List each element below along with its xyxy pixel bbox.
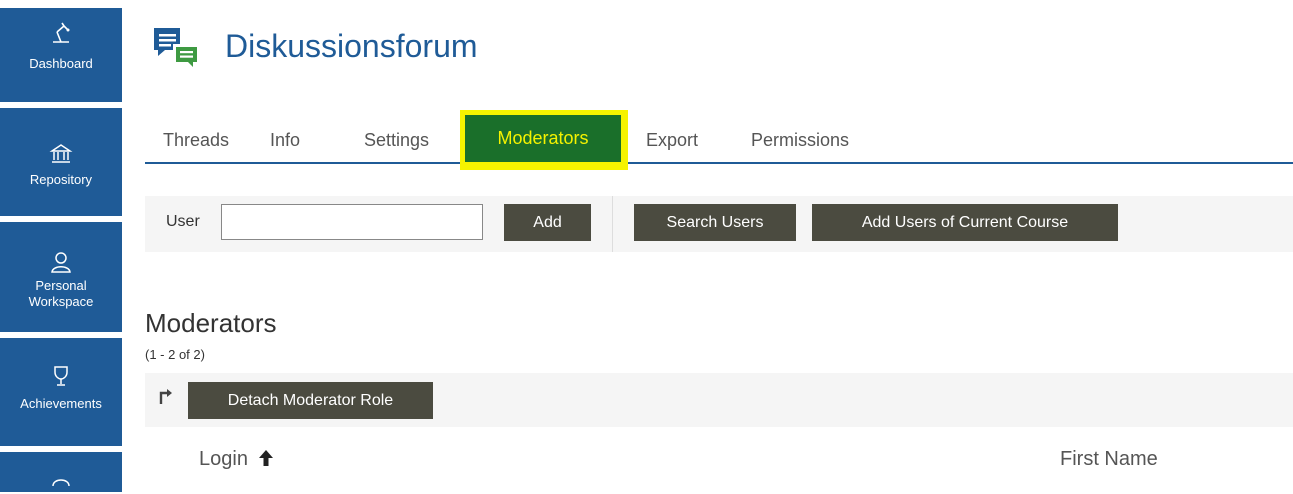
sidebar-item-label: Achievements <box>20 396 102 411</box>
dashboard-icon <box>53 22 70 43</box>
communication-icon <box>52 479 70 487</box>
add-course-users-button[interactable]: Add Users of Current Course <box>812 204 1118 241</box>
multi-action-arrow-icon <box>159 389 172 404</box>
add-button[interactable]: Add <box>504 204 591 241</box>
sort-ascending-icon <box>258 450 273 466</box>
achievements-icon <box>54 366 68 386</box>
sidebar-item-communication[interactable] <box>0 452 122 492</box>
detach-moderator-button[interactable]: Detach Moderator Role <box>188 382 433 419</box>
table-header: Login First Name <box>145 430 1293 484</box>
section-title: Moderators <box>145 308 277 338</box>
column-label: Login <box>199 448 248 470</box>
repository-icon <box>49 144 73 163</box>
sidebar-item-repository[interactable]: Repository <box>0 108 122 216</box>
sidebar-item-label: Dashboard <box>29 56 93 71</box>
toolbar-divider <box>612 196 613 252</box>
column-header-login[interactable]: Login <box>199 446 274 472</box>
tab-bar: Threads Info Settings Moderators Export … <box>145 110 1293 170</box>
column-header-first-name[interactable]: First Name <box>1060 446 1158 472</box>
sidebar-item-dashboard[interactable]: Dashboard <box>0 8 122 102</box>
tab-info[interactable]: Info <box>270 128 300 152</box>
result-count: (1 - 2 of 2) <box>145 347 205 362</box>
page-title: Diskussionsforum <box>225 28 478 64</box>
tab-export[interactable]: Export <box>646 128 698 152</box>
tab-permissions[interactable]: Permissions <box>751 128 849 152</box>
user-label: User <box>166 213 200 230</box>
sidebar-item-personal-workspace[interactable]: Personal Workspace <box>0 222 122 332</box>
user-input[interactable] <box>221 204 483 240</box>
sidebar-item-label: Personal Workspace <box>28 278 94 309</box>
personal-workspace-icon <box>51 252 71 273</box>
sidebar-item-achievements[interactable]: Achievements <box>0 338 122 446</box>
tab-settings[interactable]: Settings <box>364 128 429 152</box>
main-sidebar: Dashboard Repository Personal Workspace … <box>0 0 122 492</box>
tab-moderators[interactable]: Moderators <box>465 115 621 162</box>
search-users-button[interactable]: Search Users <box>634 204 796 241</box>
forum-icon <box>154 28 199 70</box>
sidebar-item-label: Repository <box>29 172 93 187</box>
moderator-toolbar: User Add Search Users Add Users of Curre… <box>145 196 1293 252</box>
multi-action-bar: Detach Moderator Role <box>145 373 1293 427</box>
tab-threads[interactable]: Threads <box>163 128 229 152</box>
